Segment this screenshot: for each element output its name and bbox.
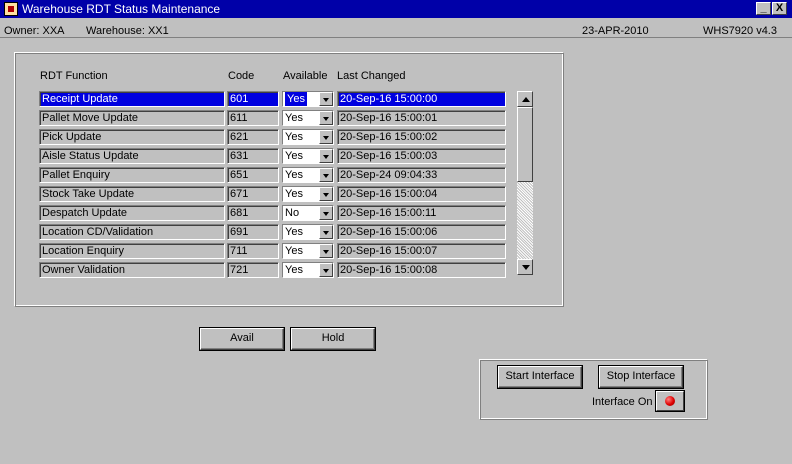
- chevron-down-icon[interactable]: [319, 206, 333, 220]
- available-dropdown[interactable]: Yes: [282, 224, 334, 240]
- hold-button[interactable]: Hold: [291, 328, 375, 350]
- code-cell[interactable]: 611: [227, 110, 279, 126]
- available-dropdown[interactable]: Yes: [282, 148, 334, 164]
- rdt-function-cell[interactable]: Despatch Update: [39, 205, 225, 221]
- available-value: Yes: [285, 112, 303, 124]
- chevron-down-icon[interactable]: [319, 111, 333, 125]
- chevron-down-icon[interactable]: [319, 92, 333, 106]
- code-cell[interactable]: 671: [227, 186, 279, 202]
- available-dropdown[interactable]: Yes: [282, 91, 334, 107]
- available-dropdown[interactable]: Yes: [282, 129, 334, 145]
- available-dropdown[interactable]: Yes: [282, 110, 334, 126]
- rdt-function-cell[interactable]: Pallet Enquiry: [39, 167, 225, 183]
- rdt-function-cell[interactable]: Stock Take Update: [39, 186, 225, 202]
- window-title: Warehouse RDT Status Maintenance: [22, 2, 221, 16]
- chevron-down-icon[interactable]: [319, 149, 333, 163]
- last-changed-cell[interactable]: 20-Sep-16 15:00:08: [337, 262, 506, 278]
- rdt-function-cell[interactable]: Owner Validation: [39, 262, 225, 278]
- available-value: Yes: [285, 150, 303, 162]
- start-interface-button[interactable]: Start Interface: [498, 366, 582, 388]
- available-dropdown[interactable]: Yes: [282, 243, 334, 259]
- scroll-track[interactable]: [517, 182, 533, 259]
- screen-id-label: WHS7920 v4.3: [703, 25, 777, 37]
- last-changed-cell[interactable]: 20-Sep-16 15:00:01: [337, 110, 506, 126]
- app-icon[interactable]: [4, 2, 18, 16]
- table-scrollbar[interactable]: [517, 91, 533, 275]
- last-changed-cell[interactable]: 20-Sep-16 15:00:07: [337, 243, 506, 259]
- last-changed-cell[interactable]: 20-Sep-16 15:00:11: [337, 205, 506, 221]
- rdt-function-cell[interactable]: Receipt Update: [39, 91, 225, 107]
- scroll-thumb[interactable]: [517, 107, 533, 182]
- rdt-function-cell[interactable]: Location Enquiry: [39, 243, 225, 259]
- scroll-down-arrow-icon[interactable]: [517, 259, 533, 275]
- chevron-down-icon[interactable]: [319, 168, 333, 182]
- available-value: Yes: [285, 264, 303, 276]
- chevron-down-icon[interactable]: [319, 244, 333, 258]
- available-dropdown[interactable]: Yes: [282, 167, 334, 183]
- code-cell[interactable]: 691: [227, 224, 279, 240]
- rdt-function-cell[interactable]: Pick Update: [39, 129, 225, 145]
- code-cell[interactable]: 681: [227, 205, 279, 221]
- code-cell[interactable]: 601: [227, 91, 279, 107]
- title-bar: Warehouse RDT Status Maintenance _ X: [0, 0, 792, 18]
- rdt-function-cell[interactable]: Location CD/Validation: [39, 224, 225, 240]
- available-value: Yes: [285, 188, 303, 200]
- last-changed-cell[interactable]: 20-Sep-16 15:00:03: [337, 148, 506, 164]
- header-last-changed: Last Changed: [337, 70, 406, 82]
- available-value: Yes: [285, 226, 303, 238]
- header-code: Code: [228, 70, 255, 82]
- available-dropdown[interactable]: No: [282, 205, 334, 221]
- interface-indicator[interactable]: [656, 391, 684, 411]
- last-changed-cell[interactable]: 20-Sep-16 15:00:00: [337, 91, 506, 107]
- close-button[interactable]: X: [772, 2, 787, 15]
- chevron-down-icon[interactable]: [319, 130, 333, 144]
- red-led-icon: [665, 396, 675, 406]
- header-available: Available: [283, 70, 328, 82]
- code-cell[interactable]: 651: [227, 167, 279, 183]
- header-rdt-function: RDT Function: [40, 70, 108, 82]
- code-cell[interactable]: 711: [227, 243, 279, 259]
- last-changed-cell[interactable]: 20-Sep-16 15:00:06: [337, 224, 506, 240]
- rdt-function-cell[interactable]: Pallet Move Update: [39, 110, 225, 126]
- available-dropdown[interactable]: Yes: [282, 186, 334, 202]
- code-cell[interactable]: 621: [227, 129, 279, 145]
- interface-status-label: Interface On: [592, 396, 653, 408]
- last-changed-cell[interactable]: 20-Sep-24 09:04:33: [337, 167, 506, 183]
- chevron-down-icon[interactable]: [319, 263, 333, 277]
- avail-button[interactable]: Avail: [200, 328, 284, 350]
- available-value: Yes: [285, 169, 303, 181]
- available-value: Yes: [285, 131, 303, 143]
- scroll-up-arrow-icon[interactable]: [517, 91, 533, 107]
- chevron-down-icon[interactable]: [319, 225, 333, 239]
- available-value: Yes: [285, 92, 307, 106]
- status-bar: Owner: XXA Warehouse: XX1 23-APR-2010 WH…: [0, 22, 792, 38]
- date-label: 23-APR-2010: [582, 25, 649, 37]
- warehouse-label: Warehouse: XX1: [86, 25, 169, 37]
- code-cell[interactable]: 721: [227, 262, 279, 278]
- available-dropdown[interactable]: Yes: [282, 262, 334, 278]
- owner-label: Owner: XXA: [4, 25, 65, 37]
- available-value: Yes: [285, 245, 303, 257]
- available-value: No: [285, 207, 300, 219]
- rdt-function-cell[interactable]: Aisle Status Update: [39, 148, 225, 164]
- last-changed-cell[interactable]: 20-Sep-16 15:00:04: [337, 186, 506, 202]
- chevron-down-icon[interactable]: [319, 187, 333, 201]
- stop-interface-button[interactable]: Stop Interface: [599, 366, 683, 388]
- code-cell[interactable]: 631: [227, 148, 279, 164]
- last-changed-cell[interactable]: 20-Sep-16 15:00:02: [337, 129, 506, 145]
- minimize-button[interactable]: _: [756, 2, 771, 15]
